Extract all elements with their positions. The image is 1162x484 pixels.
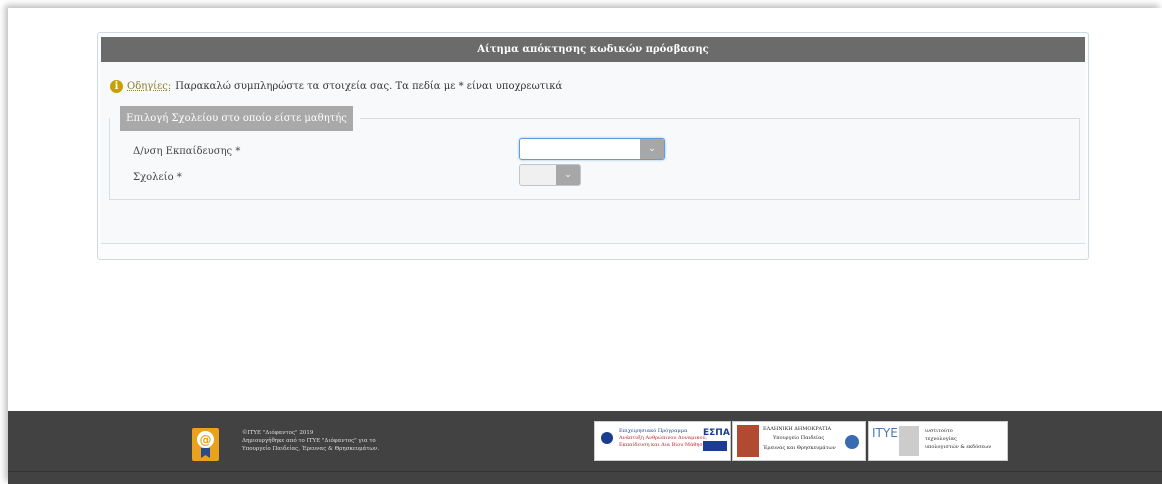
copyright: ©ΙΤΥΕ "Διόφαντος" 2019 Δημιουργήθηκε από…	[242, 429, 379, 453]
partner-text: υπολογιστών & εκδόσεων	[925, 444, 992, 450]
athena-icon	[737, 425, 759, 457]
copyright-line: Υπουργείο Παιδείας, Έρευνας & Θρησκευμάτ…	[242, 446, 379, 452]
partner-text: Επιχειρησιακό Πρόγραμμα	[619, 428, 688, 434]
greek-emblem-icon	[601, 432, 613, 444]
chevron-down-icon[interactable]: ⌄	[640, 139, 664, 159]
instructions-text: Παρακαλώ συμπληρώστε τα στοιχεία σας. Τα…	[175, 81, 563, 92]
eu-flag-icon	[703, 441, 727, 451]
footer-divider	[8, 471, 1162, 472]
info-icon: i	[110, 80, 123, 93]
partner-text: ινστιτούτο	[925, 428, 953, 434]
copyright-line: ©ΙΤΥΕ "Διόφαντος" 2019	[242, 430, 314, 436]
diofantos-logo: @	[192, 428, 219, 461]
school-select[interactable]: ⌄	[519, 164, 581, 186]
cti-logo[interactable]: ΙΤΥΕ ινστιτούτο τεχνολογίας υπολογιστών …	[868, 421, 1008, 461]
cti-abbr: ΙΤΥΕ	[872, 426, 898, 440]
section-title: Επιλογή Σχολείου στο οποίο είστε μαθητής	[120, 106, 353, 131]
panel-divider	[101, 243, 1085, 244]
espa-logo[interactable]: Επιχειρησιακό Πρόγραμμα Ανάπτυξη Ανθρώπι…	[594, 421, 731, 461]
partner-text: Έρευνας και Θρησκευμάτων	[763, 445, 836, 451]
copyright-line: Δημιουργήθηκε από το ΙΤΥΕ "Διόφαντος" γι…	[242, 438, 376, 444]
ribbon-icon	[201, 448, 210, 458]
fieldset-divider	[360, 118, 1079, 119]
chevron-down-icon[interactable]: ⌄	[556, 165, 580, 185]
espa-text: ΕΣΠΑ	[703, 428, 730, 438]
instructions-label: Οδηγίες:	[127, 81, 172, 92]
partner-text: τεχνολογίας	[925, 436, 957, 442]
school-label: Σχολείο *	[133, 172, 182, 183]
footer: @ ©ΙΤΥΕ "Διόφαντος" 2019 Δημιουργήθηκε α…	[8, 411, 1162, 484]
instructions: i Οδηγίες: Παρακαλώ συμπληρώστε τα στοιχ…	[110, 80, 562, 93]
partner-text: Υπουργείο Παιδείας	[773, 435, 825, 441]
ministry-logo[interactable]: ΕΛΛΗΝΙΚΗ ΔΗΜΟΚΡΑΤΙΑ Υπουργείο Παιδείας Έ…	[732, 421, 866, 461]
directorate-select[interactable]: ⌄	[519, 138, 665, 160]
greek-emblem-icon	[845, 435, 859, 449]
building-icon	[899, 426, 919, 456]
partner-text: Εκπαίδευση και Δια Βίου Μάθηση	[619, 442, 706, 448]
partner-text: Ανάπτυξη Ανθρώπινου Δυναμικού,	[619, 435, 708, 441]
at-sign-icon: @	[197, 431, 214, 448]
panel-title: Αίτημα απόκτησης κωδικών πρόσβασης	[101, 37, 1085, 62]
partner-text: ΕΛΛΗΝΙΚΗ ΔΗΜΟΚΡΑΤΙΑ	[763, 426, 832, 432]
directorate-label: Δ/νση Εκπαίδευσης *	[133, 146, 241, 157]
